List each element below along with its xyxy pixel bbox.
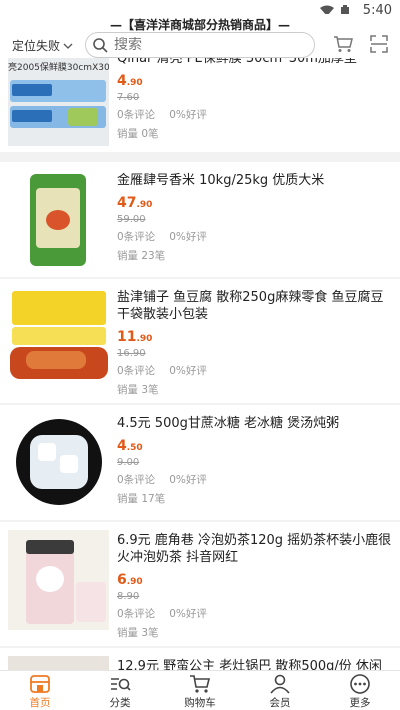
- scan-icon[interactable]: [370, 35, 388, 53]
- product-price: 11.90: [117, 329, 153, 345]
- original-price: 7.60: [117, 92, 140, 103]
- product-name[interactable]: 盐津铺子 鱼豆腐 散称250g麻辣零食 鱼豆腐豆干袋散装小包装: [117, 289, 394, 323]
- product-card[interactable]: 亮2005保鲜膜30cmX30m Qinar 清亮 PE保鲜膜 30cm*30m…: [0, 58, 400, 152]
- original-price: 16.90: [117, 348, 146, 359]
- tab-home[interactable]: 首页: [0, 671, 80, 710]
- home-icon: [30, 675, 50, 693]
- tab-label: 更多: [349, 697, 371, 709]
- product-image: 亮2005保鲜膜30cmX30m: [8, 58, 109, 146]
- original-price: 8.90: [117, 591, 140, 602]
- category-search-icon: [111, 678, 131, 691]
- more-icon: [350, 674, 370, 694]
- tab-label: 会员: [269, 697, 291, 709]
- product-image: [8, 170, 109, 270]
- chevron-down-icon: [63, 43, 73, 49]
- sales-count: 销量 17笔: [117, 493, 166, 505]
- review-count: 0条评论: [117, 608, 156, 620]
- tab-more[interactable]: 更多: [320, 671, 400, 710]
- tab-label: 购物车: [184, 697, 216, 709]
- review-count: 0条评论: [117, 474, 156, 486]
- product-name[interactable]: 金雁肆号香米 10kg/25kg 优质大米: [117, 172, 394, 189]
- product-price: 4.90: [117, 73, 143, 89]
- product-price: 6.90: [117, 572, 143, 588]
- tab-member[interactable]: 会员: [240, 671, 320, 710]
- cart-icon[interactable]: [333, 35, 353, 53]
- sales-count: 销量 3笔: [117, 384, 159, 396]
- top-bar: —【喜洋洋商城部分热销商品】— 定位失败: [0, 14, 400, 58]
- search-input[interactable]: [114, 37, 294, 53]
- review-count: 0条评论: [117, 365, 156, 377]
- positive-rate: 0%好评: [169, 608, 207, 620]
- review-count: 0条评论: [117, 109, 156, 121]
- product-card[interactable]: 4.5元 500g甘蔗冰糖 老冰糖 煲汤炖粥 4.50 9.00 0条评论 0%好…: [0, 405, 400, 520]
- product-image: [8, 287, 109, 387]
- review-count: 0条评论: [117, 231, 156, 243]
- search-icon: [93, 38, 108, 53]
- location-selector[interactable]: 定位失败: [12, 37, 73, 54]
- tab-cart[interactable]: 购物车: [160, 671, 240, 710]
- original-price: 59.00: [117, 214, 146, 225]
- tab-label: 首页: [29, 697, 51, 709]
- location-label: 定位失败: [12, 39, 61, 53]
- product-name[interactable]: 4.5元 500g甘蔗冰糖 老冰糖 煲汤炖粥: [117, 415, 394, 432]
- bottom-tab-bar: 首页 分类 购物车 会员 更多: [0, 670, 400, 710]
- tab-label: 分类: [109, 697, 131, 709]
- product-image: [8, 415, 109, 511]
- product-list[interactable]: 亮2005保鲜膜30cmX30m Qinar 清亮 PE保鲜膜 30cm*30m…: [0, 58, 400, 670]
- product-name[interactable]: 12.9元 野蛮公主 老灶锅巴 散称500g/份 休闲零食: [117, 658, 394, 670]
- product-name[interactable]: 6.9元 鹿角巷 冷泡奶茶120g 摇奶茶杯装小鹿很火冲泡奶茶 抖音网红: [117, 532, 394, 566]
- thumb-caption: 亮2005保鲜膜30cmX30m: [8, 63, 109, 73]
- positive-rate: 0%好评: [169, 109, 207, 121]
- page-title: —【喜洋洋商城部分热销商品】—: [109, 18, 290, 32]
- product-card[interactable]: 金雁肆号香米 10kg/25kg 优质大米 47.90 59.00 0条评论 0%…: [0, 162, 400, 277]
- product-price: 4.50: [117, 438, 143, 454]
- product-image: [8, 656, 109, 670]
- sales-count: 销量 0笔: [117, 128, 159, 140]
- cart-icon: [190, 675, 211, 693]
- product-card[interactable]: 12.9元 野蛮公主 老灶锅巴 散称500g/份 休闲零食: [0, 648, 400, 670]
- product-card[interactable]: 6.9元 鹿角巷 冷泡奶茶120g 摇奶茶杯装小鹿很火冲泡奶茶 抖音网红 6.9…: [0, 522, 400, 646]
- sales-count: 销量 3笔: [117, 627, 159, 639]
- search-bar[interactable]: [85, 32, 315, 58]
- product-image: [8, 530, 109, 630]
- user-icon: [270, 674, 290, 694]
- sales-count: 销量 23笔: [117, 250, 166, 262]
- positive-rate: 0%好评: [169, 365, 207, 377]
- original-price: 9.00: [117, 457, 140, 468]
- positive-rate: 0%好评: [169, 474, 207, 486]
- product-card[interactable]: 盐津铺子 鱼豆腐 散称250g麻辣零食 鱼豆腐豆干袋散装小包装 11.90 16…: [0, 279, 400, 403]
- product-name[interactable]: Qinar 清亮 PE保鲜膜 30cm*30m加厚型: [117, 58, 394, 67]
- product-price: 47.90: [117, 195, 153, 211]
- tab-category[interactable]: 分类: [80, 671, 160, 710]
- positive-rate: 0%好评: [169, 231, 207, 243]
